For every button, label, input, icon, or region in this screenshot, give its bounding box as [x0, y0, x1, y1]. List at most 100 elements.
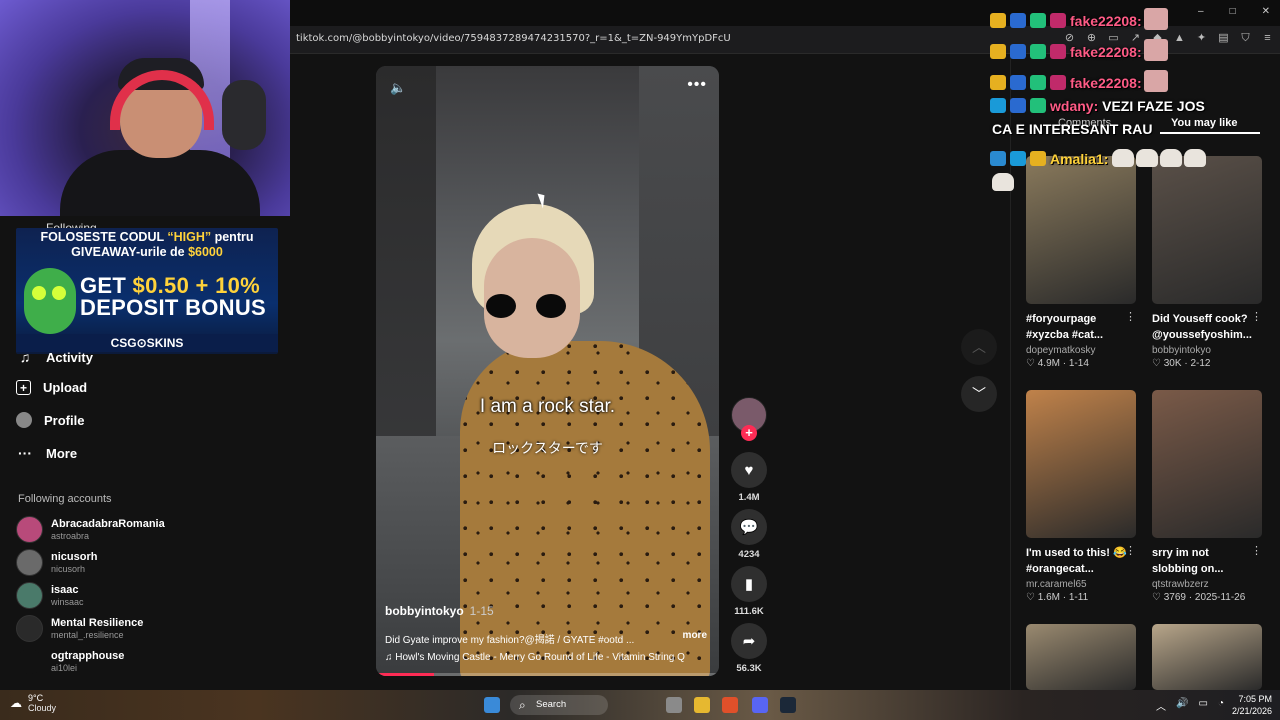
maximize-button[interactable]: □	[1230, 6, 1236, 17]
network-icon[interactable]: ▭	[1199, 698, 1208, 713]
heart-outline-icon: ♡	[1026, 592, 1038, 603]
heart-outline-icon: ♡	[1152, 592, 1164, 603]
avatar	[16, 516, 43, 543]
save-button[interactable]: ▮	[731, 566, 767, 602]
chat-message: fake22208:	[990, 39, 1168, 61]
save-count: 111.6K	[734, 606, 764, 617]
taskbar-search[interactable]: Search	[510, 695, 608, 715]
follow-plus-button[interactable]: +	[741, 425, 757, 441]
robot-badge-icon	[1010, 44, 1026, 59]
card-menu-icon[interactable]: ⋮	[1125, 544, 1136, 557]
recommended-video-card[interactable]: I'm used to this! 😂 #orangecat... ⋮ mr.c…	[1026, 390, 1136, 603]
nav-profile[interactable]: Profile	[16, 412, 84, 428]
extensions-icon[interactable]: ✦	[1195, 32, 1208, 45]
card-menu-icon[interactable]: ⋮	[1125, 310, 1136, 323]
share-button[interactable]: ➦	[731, 623, 767, 659]
wizard-badge-icon	[1030, 151, 1046, 166]
recommended-video-card[interactable]	[1152, 624, 1262, 690]
gift-badge-icon	[1030, 44, 1046, 59]
volume-icon[interactable]: 🔊	[1176, 698, 1188, 713]
bg-badge-icon	[990, 98, 1006, 113]
tab-you-may-like[interactable]: You may like	[1171, 117, 1237, 129]
video-more-options-button[interactable]: •••	[687, 76, 707, 94]
steam-icon[interactable]	[780, 697, 796, 713]
account-item[interactable]: Mental Resilience mental_.resilience	[16, 615, 143, 642]
url-text[interactable]: tiktok.com/@bobbyintokyo/video/759483728…	[296, 33, 731, 44]
card-menu-icon[interactable]: ⋮	[1251, 544, 1262, 557]
close-button[interactable]: ✕	[1262, 6, 1270, 17]
discord-icon[interactable]	[752, 697, 768, 713]
video-subject-sunglasses	[486, 294, 566, 318]
video-player[interactable]: 🔈 ••• I am a rock star. ロックスターです bobbyin…	[376, 66, 719, 676]
bg-badge-icon	[1010, 151, 1026, 166]
cat-emote-icon	[992, 173, 1014, 191]
account-item[interactable]: isaac winsaac	[16, 582, 84, 609]
account-item[interactable]: nicusorh nicusorh	[16, 549, 97, 576]
rewards-icon[interactable]: ▲	[1173, 32, 1186, 45]
avatar	[16, 549, 43, 576]
share-count: 56.3K	[736, 663, 762, 674]
robot-badge-icon	[1010, 98, 1026, 113]
card-title: #foryourpage #xyzcba #cat...	[1026, 313, 1104, 341]
account-item[interactable]: AbracadabraRomania astroabra	[16, 516, 165, 543]
recommended-video-card[interactable]: #foryourpage #xyzcba #cat... ⋮ dopeymatk…	[1026, 156, 1136, 369]
crown-badge-icon	[990, 13, 1006, 28]
video-thumbnail[interactable]	[1026, 624, 1136, 690]
heart-outline-icon: ♡	[1152, 358, 1164, 369]
mute-icon[interactable]: 🔈	[390, 80, 406, 96]
video-thumbnail[interactable]	[1152, 390, 1262, 538]
card-title: Did Youseff cook? @youssefyoshim...	[1152, 313, 1252, 341]
gift-badge-icon	[1030, 13, 1046, 28]
task-view-icon[interactable]	[666, 697, 682, 713]
wifi-icon[interactable]: ◔	[1218, 698, 1224, 713]
brave-browser-icon[interactable]	[722, 697, 738, 713]
video-thumbnail[interactable]	[1152, 624, 1262, 690]
nav-activity[interactable]: ♫ Activity	[16, 348, 93, 366]
previous-video-button[interactable]: ︿	[961, 329, 997, 365]
video-music[interactable]: ♫ Howl's Moving Castle - Merry Go Round …	[385, 652, 711, 663]
avatar	[16, 582, 43, 609]
nav-upload[interactable]: + Upload	[16, 380, 87, 395]
recommended-video-card[interactable]: srry im not slobbing on... ⋮ qtstrawbzer…	[1152, 390, 1262, 603]
card-author[interactable]: dopeymatkosky	[1026, 345, 1136, 356]
cat-emote-icon	[1112, 149, 1135, 167]
windows-start-icon[interactable]	[484, 697, 500, 713]
account-item[interactable]: ogtrapphouse ai10lei	[16, 648, 124, 675]
comment-button[interactable]: 💬	[731, 509, 767, 545]
window-controls: – □ ✕	[1198, 6, 1270, 17]
description-more-button[interactable]: more	[683, 630, 707, 641]
video-thumbnail[interactable]	[1026, 156, 1136, 304]
vpn-icon[interactable]: ⛉	[1239, 32, 1252, 45]
like-count: 1.4M	[738, 492, 760, 503]
weather-widget[interactable]: ☁ 9°C Cloudy	[10, 693, 56, 713]
following-accounts-title: Following accounts	[18, 493, 112, 505]
card-author[interactable]: bobbyintokyo	[1152, 345, 1262, 356]
avatar	[16, 615, 43, 642]
chevron-up-icon[interactable]: ︿	[1156, 698, 1166, 713]
like-button[interactable]: ♥	[731, 452, 767, 488]
more-dots-icon: ···	[18, 445, 32, 461]
video-progress-bar[interactable]	[376, 673, 719, 676]
video-author[interactable]: bobbyintokyo 1-15	[385, 604, 494, 618]
recommended-video-card[interactable]: Did Youseff cook? @youssefyoshim... ⋮ bo…	[1152, 156, 1262, 369]
wallet-icon[interactable]: ▤	[1217, 32, 1230, 45]
minimize-button[interactable]: –	[1198, 6, 1204, 17]
file-explorer-icon[interactable]	[694, 697, 710, 713]
recommended-video-card[interactable]	[1026, 624, 1136, 690]
video-thumbnail[interactable]	[1026, 390, 1136, 538]
card-author[interactable]: qtstrawbzerz	[1152, 579, 1262, 590]
card-title: I'm used to this! 😂 #orangecat...	[1026, 547, 1127, 575]
menu-icon[interactable]: ≡	[1261, 32, 1274, 45]
card-author[interactable]: mr.caramel65	[1026, 579, 1136, 590]
robot-badge-icon	[1010, 13, 1026, 28]
video-description: Did Gyate improve my fashion?@揭諾 / GYATE…	[385, 635, 635, 646]
sub-badge-icon	[1050, 13, 1066, 28]
nav-more[interactable]: ··· More	[16, 444, 77, 462]
next-video-button[interactable]: ﹀	[961, 376, 997, 412]
card-menu-icon[interactable]: ⋮	[1251, 310, 1262, 323]
chat-avatar	[1143, 39, 1168, 61]
promo-line-1: FOLOSESTE CODUL “HIGH” pentru	[40, 230, 254, 244]
video-thumbnail[interactable]	[1152, 156, 1262, 304]
chat-message: wdany: VEZI FAZE JOS	[990, 98, 1205, 114]
taskbar-clock[interactable]: 7:05 PM 2/21/2026	[1232, 693, 1272, 717]
